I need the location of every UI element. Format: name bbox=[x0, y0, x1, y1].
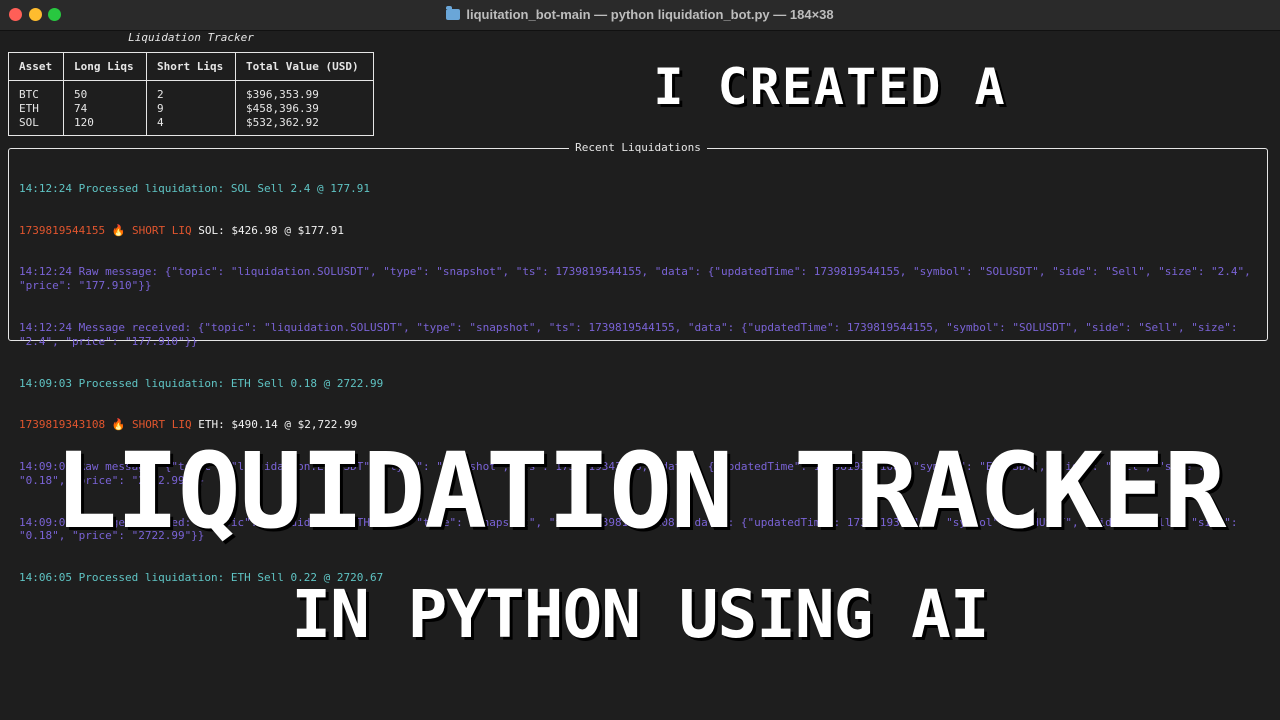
panel-title: Recent Liquidations bbox=[9, 141, 1267, 155]
table-header-row: Asset Long Liqs Short Liqs Total Value (… bbox=[8, 52, 374, 81]
folder-icon bbox=[446, 6, 461, 20]
log-line-short-liq: 1739819544155 🔥 SHORT LIQ SOL: $426.98 @… bbox=[19, 224, 1257, 238]
log-line: 14:12:24 Message received: {"topic": "li… bbox=[19, 320, 1245, 348]
headline-liquidation-tracker: LIQUIDATION TRACKER bbox=[54, 430, 1227, 552]
liquidation-stats-table: Asset Long Liqs Short Liqs Total Value (… bbox=[8, 52, 374, 136]
cell-short-liqs: 2 bbox=[146, 80, 236, 102]
cell-short-liqs: 4 bbox=[146, 116, 236, 136]
cell-total-value: $396,353.99 bbox=[235, 80, 374, 102]
window-title: liquitation_bot-main — python liquidatio… bbox=[0, 6, 1280, 22]
short-liq-tag: SHORT LIQ bbox=[132, 223, 192, 237]
log-line: 14:09:03 Processed liquidation: ETH Sell… bbox=[19, 376, 384, 390]
cell-long-liqs: 74 bbox=[63, 102, 147, 116]
table-row: BTC 50 2 $396,353.99 bbox=[8, 80, 374, 102]
headline-in-python-using-ai: IN PYTHON USING AI bbox=[291, 576, 989, 653]
cell-total-value: $458,396.39 bbox=[235, 102, 374, 116]
cell-short-liqs: 9 bbox=[146, 102, 236, 116]
cell-total-value: $532,362.92 bbox=[235, 116, 374, 136]
headline-i-created-a: I CREATED A bbox=[653, 58, 1007, 116]
cell-long-liqs: 120 bbox=[63, 116, 147, 136]
header-total-value: Total Value (USD) bbox=[235, 52, 374, 81]
panel-title-text: Recent Liquidations bbox=[569, 141, 707, 154]
cell-asset: BTC bbox=[8, 80, 64, 102]
table-row: ETH 74 9 $458,396.39 bbox=[8, 102, 374, 116]
header-asset: Asset bbox=[8, 52, 64, 81]
header-long-liqs: Long Liqs bbox=[63, 52, 147, 81]
log-line: 14:12:24 Processed liquidation: SOL Sell… bbox=[19, 181, 370, 195]
cell-asset: ETH bbox=[8, 102, 64, 116]
header-short-liqs: Short Liqs bbox=[146, 52, 236, 81]
recent-liquidations-panel: Recent Liquidations 14:12:24 Processed l… bbox=[8, 141, 1268, 584]
log-line: 14:12:24 Raw message: {"topic": "liquida… bbox=[19, 265, 1258, 293]
fire-icon: 🔥 bbox=[111, 223, 126, 237]
table-caption: Liquidation Tracker bbox=[128, 31, 254, 44]
cell-asset: SOL bbox=[8, 116, 64, 136]
log-liq-detail: SOL: $426.98 @ $177.91 bbox=[198, 223, 344, 237]
table-row: SOL 120 4 $532,362.92 bbox=[8, 116, 374, 136]
window-title-text: liquitation_bot-main — python liquidatio… bbox=[466, 7, 834, 22]
cell-long-liqs: 50 bbox=[63, 80, 147, 102]
title-bar: liquitation_bot-main — python liquidatio… bbox=[0, 0, 1280, 31]
log-timestamp: 1739819544155 bbox=[19, 223, 106, 237]
